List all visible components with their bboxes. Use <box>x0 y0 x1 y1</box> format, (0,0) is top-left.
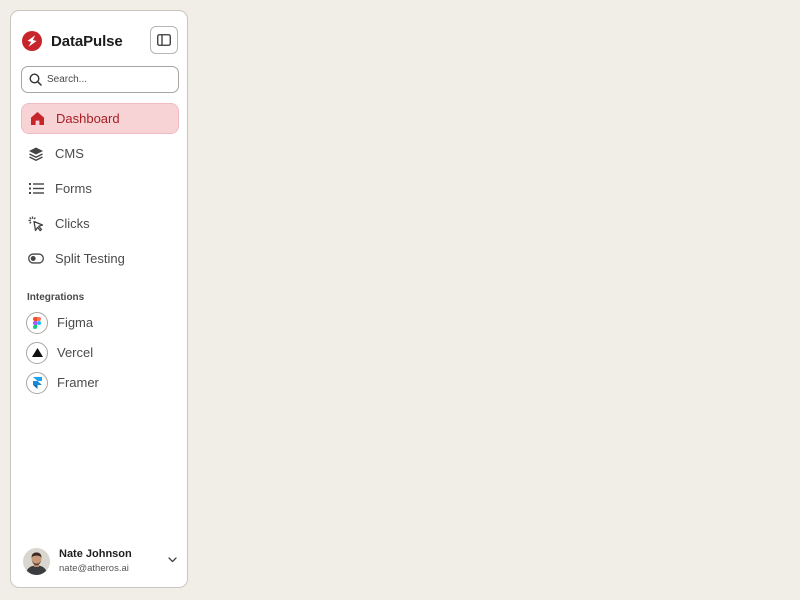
chevron-down-icon[interactable] <box>168 557 177 563</box>
nav-item-cms[interactable]: CMS <box>21 138 179 169</box>
search-icon <box>29 73 42 86</box>
nav-item-label: CMS <box>55 146 84 161</box>
integrations-list: Figma Vercel Framer <box>26 310 176 400</box>
user-info: Nate Johnson nate@atheros.ai <box>59 547 132 575</box>
integration-vercel[interactable]: Vercel <box>26 340 176 365</box>
nav-item-label: Dashboard <box>56 111 120 126</box>
avatar <box>23 547 50 575</box>
nav-item-label: Split Testing <box>55 251 125 266</box>
collapse-sidebar-button[interactable] <box>150 26 178 54</box>
sidebar-toggle-icon <box>157 34 171 46</box>
brand-name: DataPulse <box>51 32 123 50</box>
integration-figma[interactable]: Figma <box>26 310 176 335</box>
vercel-icon <box>26 341 48 364</box>
nav-item-label: Clicks <box>55 216 90 231</box>
integration-label: Vercel <box>57 345 94 360</box>
integrations-heading: Integrations <box>27 292 85 303</box>
integration-label: Framer <box>57 375 99 390</box>
search-box[interactable] <box>21 66 179 93</box>
bolt-icon <box>22 31 42 51</box>
user-email: nate@atheros.ai <box>59 563 129 574</box>
search-input[interactable] <box>47 74 165 85</box>
nav-item-clicks[interactable]: Clicks <box>21 208 179 239</box>
integration-framer[interactable]: Framer <box>26 370 176 395</box>
toggle-icon <box>28 251 44 267</box>
brand[interactable]: DataPulse <box>22 31 123 51</box>
list-icon <box>28 181 44 197</box>
nav-item-split-testing[interactable]: Split Testing <box>21 243 179 274</box>
integration-label: Figma <box>57 315 94 330</box>
home-icon <box>29 111 45 127</box>
user-name: Nate Johnson <box>59 548 132 560</box>
nav-item-dashboard[interactable]: Dashboard <box>21 103 179 134</box>
nav-item-label: Forms <box>55 181 92 196</box>
layers-icon <box>28 146 44 162</box>
main-nav: Dashboard CMS Forms Clicks Split Testing <box>21 103 179 278</box>
figma-icon <box>26 311 48 334</box>
user-profile[interactable]: Nate Johnson nate@atheros.ai <box>23 546 181 576</box>
sidebar: DataPulse Dashboard <box>10 10 188 588</box>
cursor-click-icon <box>28 216 44 232</box>
framer-icon <box>26 371 48 394</box>
nav-item-forms[interactable]: Forms <box>21 173 179 204</box>
